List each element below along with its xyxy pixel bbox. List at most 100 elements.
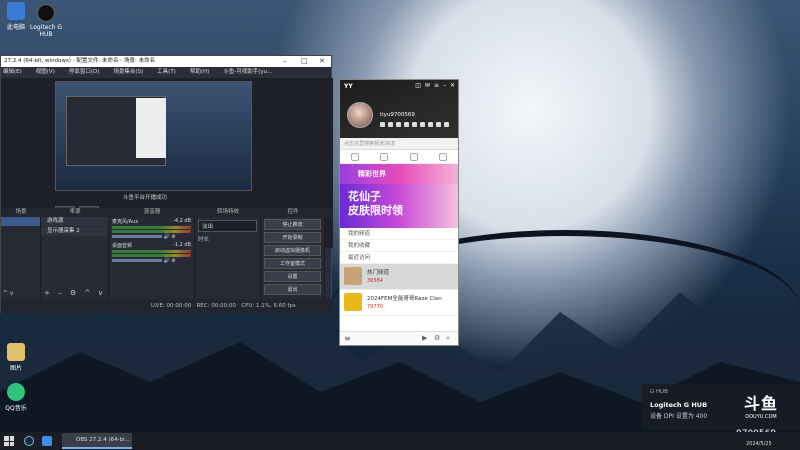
menu-edit[interactable]: 编辑(E) [3,67,22,77]
mixer-channel-name: 麦克风/Aux [112,219,139,225]
exit-button[interactable]: 退出 [264,284,321,295]
menu-scene-collection[interactable]: 场景集合(S) [113,67,143,77]
notification-app: G HUB [650,389,668,395]
yy-window: YY ◫ ✉ ≡ – ✕ tiyu9700569 点击这里搜索频道/好友 精彩世… [339,79,459,346]
speaker-icon[interactable]: 🔊 [164,258,170,264]
volume-slider[interactable] [112,235,162,238]
friends-icon[interactable] [380,152,389,161]
minimize-icon[interactable]: – [443,82,446,89]
obs-taskbar-button[interactable]: OBS 27.2.4 (64-bi... [62,433,132,449]
channel-title: 2024FEM全能哥哥Raze Clan [367,296,442,302]
feature-icon[interactable] [412,122,417,127]
obs-title: 27.2.4 (64-bit, windows) - 配置文件: 未命名 - 场… [4,58,156,64]
transition-select[interactable]: 淡出 [198,220,257,232]
menu-icon[interactable]: ≡ [344,334,351,343]
mixer-channel-db: -4.2 dB [173,218,191,224]
studio-mode-button[interactable]: 工作室模式 [264,258,321,269]
feature-icon[interactable] [436,122,441,127]
gear-icon[interactable]: ⚙ [171,234,175,240]
menu-docks[interactable]: 停靠窗口(D) [69,67,100,77]
windows-start-icon[interactable] [4,436,14,446]
volume-meter [112,250,191,253]
menu-tools[interactable]: 工具(T) [157,67,176,77]
douyu-watermark: 斗鱼 DOUYU.COM [744,390,778,420]
banner-skin-promo[interactable]: 花仙子 皮肤限时领 [340,184,458,228]
desktop-icon-label: 图片 [9,365,22,372]
qq-music-icon [7,383,25,401]
desktop-icon-pictures[interactable]: 图片 [0,343,36,372]
menu-douyu-plugin[interactable]: 斗鱼-可视助手(yu... [223,67,272,77]
start-recording-button[interactable]: 开始录制 [264,232,321,243]
recent-visits-item[interactable]: 最近访问 [340,252,458,264]
obs-title-bar[interactable]: 27.2.4 (64-bit, windows) - 配置文件: 未命名 - 场… [1,56,331,67]
transition-duration-label: 时长 [198,237,210,243]
menu-icon[interactable]: ≡ [434,82,439,89]
list-item[interactable]: 2024FEM全能哥哥Raze Clan 79770 [340,290,458,316]
mixer-channel-db: -1.2 dB [173,242,191,248]
banner-wonderful-world[interactable]: 精彩世界 [340,164,458,184]
settings-icon[interactable]: ⚙ [434,334,440,342]
feature-icon[interactable] [396,122,401,127]
message-icon[interactable]: ✉ [425,82,430,89]
channel-title: 热门频道 [367,270,390,276]
gear-icon[interactable]: ⚙ [171,258,175,264]
home-icon[interactable] [350,152,359,161]
list-item[interactable]: 热门频道 36584 [340,264,458,290]
scenes-header: 场景 [15,209,27,215]
notification-title: Logitech G HUB [650,401,708,409]
scene-row[interactable] [1,217,40,226]
obs-docks: ^ v 游戏源 显示器采集 2 + – ⚙ ^ v 麦克风/Aux -4.2 dB… [1,217,333,299]
apps-icon[interactable] [439,152,448,161]
clock-date[interactable]: 2024/5/25 [746,441,772,447]
preview-canvas[interactable] [55,81,252,191]
yy-header: YY ◫ ✉ ≡ – ✕ tiyu9700569 点击这里搜索频道/好友 [340,80,458,150]
feature-icon[interactable] [404,122,409,127]
search-icon[interactable]: ⌕ [446,334,450,343]
stop-streaming-button[interactable]: 停止推流 [264,219,321,230]
yy-channel-menu: 我的频道 我的收藏 最近访问 [340,228,458,264]
desktop-icon-logitech[interactable]: Logitech G HUB [26,4,66,38]
feature-icon[interactable] [444,122,449,127]
sources-header: 来源 [69,209,81,215]
app-icon[interactable] [42,436,52,446]
video-icon[interactable]: ▶ [422,334,427,342]
source-row[interactable]: 显示器采集 2 [41,227,108,236]
sources-dock: 游戏源 显示器采集 2 + – ⚙ ^ v [41,217,109,299]
username[interactable]: tiyu9700569 [380,112,415,118]
feature-icon[interactable] [420,122,425,127]
desktop-icon-label: QQ音乐 [5,405,27,412]
maximize-icon[interactable]: □ [301,56,308,67]
feature-icon[interactable] [388,122,393,127]
mixer-channel-desktop: 桌面音频 -1.2 dB 🔊 ⚙ [109,241,194,265]
my-favorites-item[interactable]: 我的收藏 [340,240,458,252]
search-input[interactable]: 点击这里搜索频道/好友 [340,138,458,150]
close-icon[interactable]: ✕ [319,56,325,67]
computer-icon [7,2,25,20]
feature-icon[interactable] [380,122,385,127]
transitions-header: 转场特效 [216,209,239,215]
settings-button[interactable]: 设置 [264,271,321,282]
minimize-icon[interactable]: – [283,56,287,67]
start-virtual-camera-button[interactable]: 启动虚拟摄像机 [264,245,321,256]
group-icon[interactable] [409,152,418,161]
channel-count: 36584 [367,278,383,284]
menu-view[interactable]: 视图(V) [36,67,55,77]
douyu-brand-sub: DOUYU.COM [745,414,777,420]
my-channels-item[interactable]: 我的频道 [340,228,458,240]
source-row[interactable]: 游戏源 [41,217,108,226]
skin-icon[interactable]: ◫ [415,82,421,89]
preview-status-text: 斗鱼平台开播成功 [123,195,168,201]
desktop-icon-qqmusic[interactable]: QQ音乐 [0,383,36,412]
volume-slider[interactable] [112,259,162,262]
menu-help[interactable]: 帮助(H) [190,67,209,77]
mixer-channel-name: 桌面音频 [112,243,133,249]
speaker-icon[interactable]: 🔊 [164,234,170,240]
feature-icon[interactable] [428,122,433,127]
mixer-channel-mic: 麦克风/Aux -4.2 dB 🔊 ⚙ [109,217,194,241]
avatar[interactable] [347,102,373,128]
scene-add-icon[interactable]: ^ v [3,290,14,297]
steam-icon[interactable] [24,436,34,446]
obs-status-bar: LIVE: 00:00:00 REC: 00:00:00 CPU: 1.1%, … [1,299,333,313]
close-icon[interactable]: ✕ [450,82,455,89]
source-toolbar-icons[interactable]: + – ⚙ ^ v [44,289,106,297]
